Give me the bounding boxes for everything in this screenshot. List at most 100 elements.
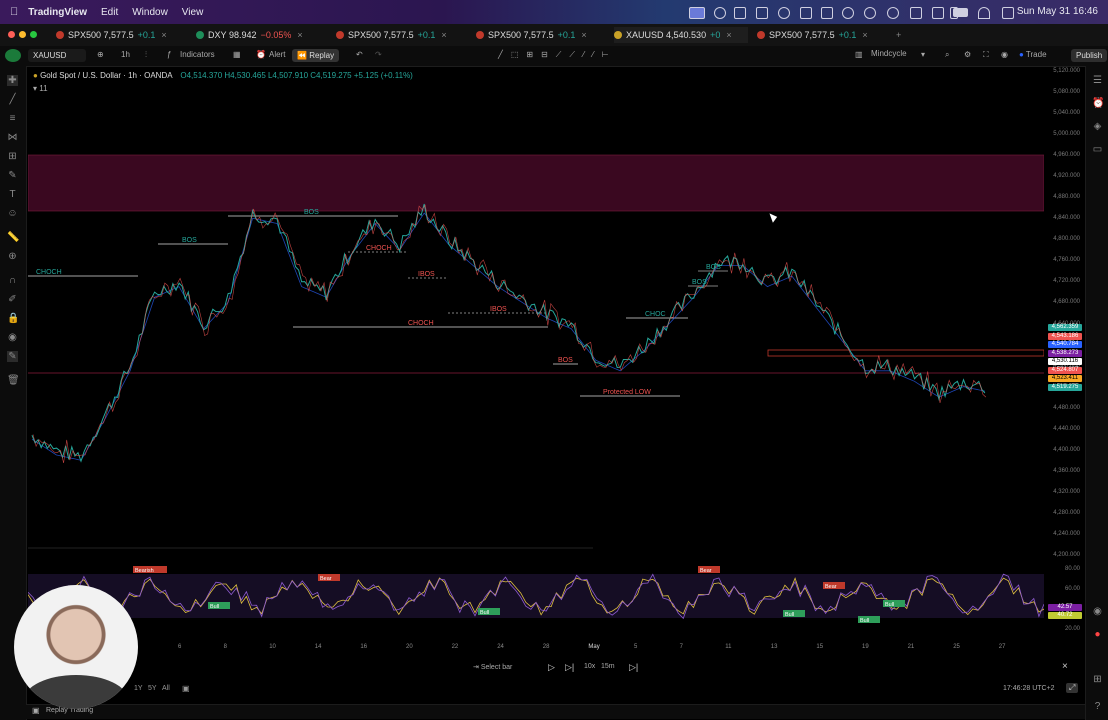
menu-edit[interactable]: Edit: [101, 7, 118, 18]
shield-icon[interactable]: [778, 7, 790, 19]
select-bar-button[interactable]: ⇥ Select bar: [473, 663, 512, 671]
control-center-icon[interactable]: [1002, 7, 1014, 19]
close-tab-icon[interactable]: ×: [161, 30, 166, 40]
notifications-icon[interactable]: ◉: [1092, 606, 1103, 617]
close-replay-icon[interactable]: ×: [1062, 661, 1068, 672]
apps-icon[interactable]: ⊞: [1092, 674, 1103, 685]
minimize-window-icon[interactable]: [19, 31, 26, 38]
time-axis[interactable]: 6 8 10 14 16 20 22 24 28 May 5 7 11 13 15 19 21 25 27: [28, 644, 1044, 656]
grid-icon[interactable]: [821, 7, 833, 19]
brush-icon[interactable]: ✎: [7, 170, 18, 181]
play-button[interactable]: ▷: [548, 662, 555, 673]
new-tab-button[interactable]: +: [896, 27, 906, 43]
fullscreen-icon[interactable]: ⛶: [983, 50, 989, 60]
ideas-icon[interactable]: ●: [1092, 629, 1103, 640]
prediction-icon[interactable]: ⊞: [7, 151, 18, 162]
close-tab-icon[interactable]: ×: [862, 30, 867, 40]
close-tab-icon[interactable]: ×: [297, 30, 302, 40]
play-icon[interactable]: [842, 7, 854, 19]
tab-spx500-4[interactable]: SPX500 7,577.5 +0.1 ×: [757, 27, 887, 43]
menu-view[interactable]: View: [182, 7, 204, 18]
battery-icon[interactable]: [953, 8, 968, 17]
sound-icon[interactable]: [932, 7, 944, 19]
data-window-icon[interactable]: ◈: [1092, 121, 1103, 132]
interval-selector[interactable]: 1h: [121, 50, 130, 59]
trend-line-icon[interactable]: ╱: [7, 94, 18, 105]
oscillator-pane[interactable]: Bearish Bear Bull Bull Bear Bull Bear Bull Bull: [28, 560, 1044, 632]
speed-selector[interactable]: 10x: [584, 663, 595, 670]
price-axis[interactable]: 5,120.000 5,080.000 5,040.000 5,000.000 4,96…: [1044, 66, 1084, 632]
alert-button[interactable]: Alert: [269, 50, 285, 59]
zoom-in-icon[interactable]: ⊕: [7, 251, 18, 262]
user-avatar[interactable]: [5, 49, 21, 62]
add-symbol-icon[interactable]: ⊕: [97, 50, 104, 59]
indicators-icon[interactable]: ƒ: [167, 50, 171, 59]
redo-icon[interactable]: ↷: [375, 50, 382, 59]
emoji-icon[interactable]: ☺: [7, 208, 18, 219]
pen-icon[interactable]: [800, 7, 812, 19]
layout-icon[interactable]: ▥: [855, 50, 863, 59]
app-name[interactable]: TradingView: [28, 7, 87, 18]
object-tree-icon[interactable]: ✎: [7, 351, 18, 362]
drawing-tools-strip[interactable]: ╱⬚⊞⊟⟋⟋⁄⁄⊢: [498, 50, 617, 60]
ruler-icon[interactable]: 📏: [7, 232, 19, 243]
jump-to-realtime-button[interactable]: ▷|: [629, 662, 638, 673]
price-chart[interactable]: CHOCH BOS BOS CHOCH IBOS IBOS CHOCH BOS CHOC BOS B…: [28, 66, 1044, 556]
crosshair-icon[interactable]: ✚: [7, 75, 18, 86]
tab-spx500-1[interactable]: SPX500 7,577.5 +0.1 ×: [56, 27, 184, 43]
record-icon[interactable]: [734, 7, 746, 19]
tab-spx500-2[interactable]: SPX500 7,577.5 +0.1 ×: [336, 27, 464, 43]
wifi-icon[interactable]: [978, 7, 990, 19]
hide-icon[interactable]: ◉: [7, 332, 18, 343]
search-icon[interactable]: [887, 7, 899, 19]
calendar-icon[interactable]: [756, 7, 768, 19]
chat-icon[interactable]: ▭: [1092, 144, 1103, 155]
clock[interactable]: Sun May 31 16:46: [1017, 6, 1098, 17]
status-icon[interactable]: [714, 7, 726, 19]
undo-icon[interactable]: ↶: [356, 50, 363, 59]
range-1y[interactable]: 1Y: [134, 685, 143, 692]
auto-scale-button[interactable]: ⤢: [1066, 683, 1079, 693]
alerts-icon[interactable]: ⏰: [1092, 98, 1104, 109]
apple-icon[interactable]: : [10, 6, 18, 18]
clock-icon[interactable]: [864, 7, 876, 19]
layout-menu-icon[interactable]: ▾: [921, 50, 925, 59]
range-5y[interactable]: 5Y: [148, 685, 157, 692]
zoom-window-icon[interactable]: [30, 31, 37, 38]
tab-xauusd[interactable]: XAUUSD 4,540.530 +0 ×: [614, 27, 748, 43]
indicators-button[interactable]: Indicators: [180, 50, 215, 59]
layout-name[interactable]: Mindcycle: [871, 49, 907, 58]
tab-spx500-3[interactable]: SPX500 7,577.5 +0.1 ×: [476, 27, 604, 43]
pattern-icon[interactable]: ⋈: [7, 132, 18, 143]
trade-button[interactable]: ● Trade: [1019, 50, 1047, 59]
fib-icon[interactable]: ≡: [7, 113, 18, 124]
display-icon[interactable]: [910, 7, 922, 19]
chart-type-icon[interactable]: ⫶: [145, 50, 147, 60]
menu-window[interactable]: Window: [132, 7, 168, 18]
tab-dxy[interactable]: DXY 98.942 −0.05% ×: [196, 27, 326, 43]
publish-button[interactable]: Publish: [1071, 49, 1108, 62]
range-all[interactable]: All: [162, 685, 170, 692]
magnet-icon[interactable]: ∩: [7, 275, 18, 286]
step-selector[interactable]: 15m: [601, 663, 615, 670]
quick-search-icon[interactable]: ⌕: [945, 50, 949, 60]
settings-icon[interactable]: ⚙: [964, 50, 971, 59]
date-range-icon[interactable]: ▣: [182, 684, 190, 693]
symbol-search[interactable]: XAUUSD: [28, 49, 86, 62]
close-tab-icon[interactable]: ×: [581, 30, 586, 40]
snapshot-icon[interactable]: ◉: [1001, 50, 1008, 59]
templates-icon[interactable]: ▦: [233, 50, 241, 59]
screen-share-icon[interactable]: [689, 7, 705, 19]
text-icon[interactable]: T: [7, 189, 18, 200]
trash-icon[interactable]: 🗑: [7, 375, 20, 386]
lock-icon[interactable]: 🔒: [7, 313, 19, 324]
stay-drawing-icon[interactable]: ✐: [7, 294, 18, 305]
help-icon[interactable]: ?: [1092, 701, 1103, 712]
forward-button[interactable]: ▷|: [565, 662, 574, 673]
close-window-icon[interactable]: [8, 31, 15, 38]
alert-icon[interactable]: ⏰: [256, 50, 266, 59]
close-tab-icon[interactable]: ×: [726, 30, 731, 40]
close-tab-icon[interactable]: ×: [441, 30, 446, 40]
replay-button[interactable]: ⏪ Replay: [292, 49, 340, 62]
timezone-clock[interactable]: 17:46:28 UTC+2: [1003, 685, 1055, 692]
